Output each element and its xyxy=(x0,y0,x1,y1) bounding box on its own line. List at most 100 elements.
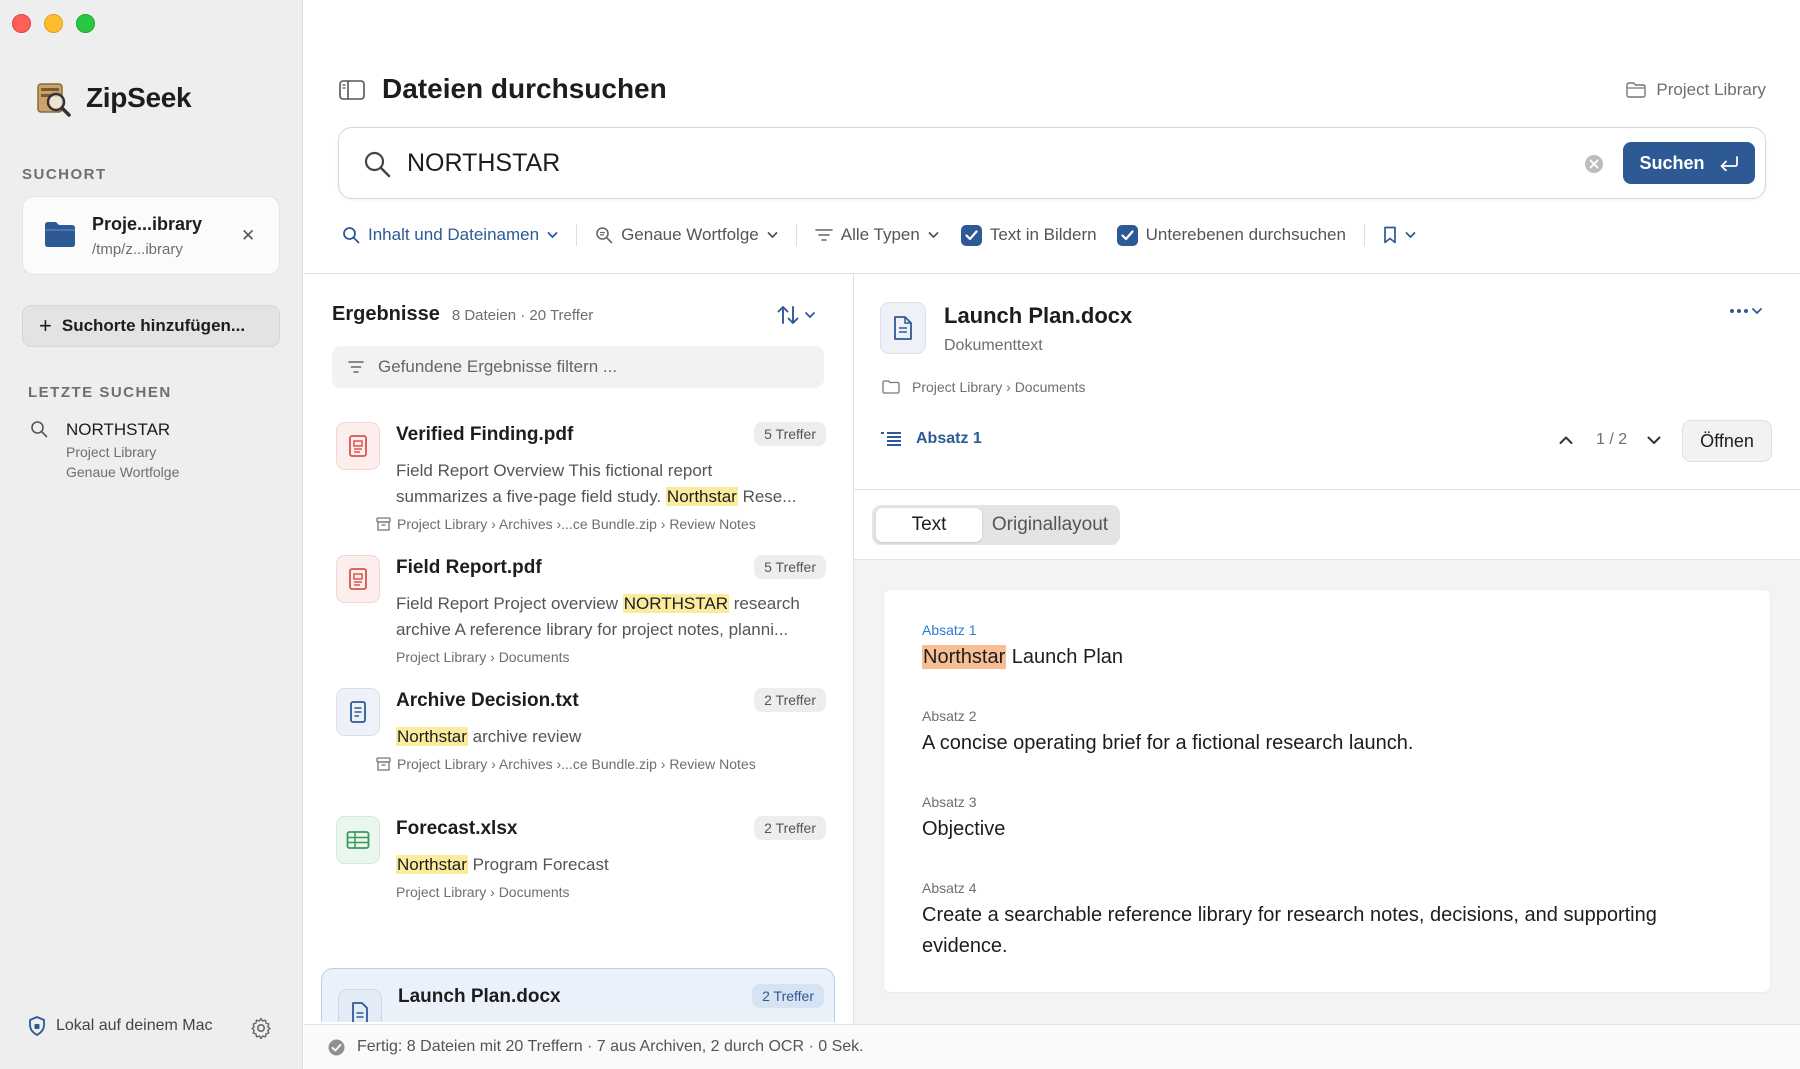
checkbox-checked-icon xyxy=(960,224,982,246)
result-file-name: Field Report.pdf xyxy=(396,557,542,578)
paragraph-text: Objective xyxy=(922,818,1006,840)
list-outline-icon xyxy=(881,432,901,446)
match-mode-dropdown[interactable]: Genaue Wortfolge xyxy=(595,225,778,245)
subfolders-checkbox[interactable]: Unterebenen durchsuchen xyxy=(1116,224,1346,246)
result-snippet: Field Report Overview This fictional rep… xyxy=(396,458,826,510)
header-divider xyxy=(304,273,1800,274)
status-bar: Fertig: 8 Dateien mit 20 Treffern · 7 au… xyxy=(304,1024,1800,1069)
subfolders-label: Unterebenen durchsuchen xyxy=(1145,225,1346,244)
tab-original-layout[interactable]: Originallayout xyxy=(984,508,1116,542)
result-path: Project Library › Archives ›...ce Bundle… xyxy=(376,516,756,532)
snippet-line: Northstar Program Forecast xyxy=(396,852,826,878)
filter-lines-icon xyxy=(348,361,364,373)
paragraph-label: Absatz 1 xyxy=(922,622,977,638)
snippet-line: summarizes a five-page field study. Nort… xyxy=(396,484,826,510)
result-item-selected[interactable]: Launch Plan.docx 2 Treffer xyxy=(321,968,835,1022)
folder-icon xyxy=(882,380,900,394)
document-preview: Absatz 1 Northstar Launch Plan Absatz 2 … xyxy=(884,590,1770,992)
snippet-line: Northstar archive review xyxy=(396,724,826,750)
file-type-dropdown[interactable]: Alle Typen xyxy=(814,225,939,245)
result-item[interactable]: Verified Finding.pdf 5 Treffer Field Rep… xyxy=(320,402,836,552)
match-highlight: NORTHSTAR xyxy=(622,594,729,613)
result-file-name: Forecast.xlsx xyxy=(396,818,518,839)
result-item[interactable]: Archive Decision.txt 2 Treffer Northstar… xyxy=(320,668,836,788)
search-input[interactable] xyxy=(407,144,1507,182)
local-status: Lokal auf deinem Mac xyxy=(28,1016,213,1036)
spreadsheet-file-icon xyxy=(336,816,380,864)
more-options-icon[interactable] xyxy=(1728,305,1764,321)
bookmark-dropdown[interactable] xyxy=(1383,226,1416,244)
folder-icon xyxy=(45,222,75,247)
paragraph-text: Create a searchable reference library fo… xyxy=(922,904,1657,957)
location-name: Proje...ibrary xyxy=(92,214,203,234)
ocr-checkbox[interactable]: Text in Bildern xyxy=(960,224,1097,246)
return-key-icon xyxy=(1720,156,1738,171)
results-filter-field[interactable] xyxy=(332,346,824,388)
search-icon xyxy=(364,151,391,178)
search-button-label: Suchen xyxy=(1639,152,1705,173)
sidebar-toggle-icon[interactable] xyxy=(339,80,365,100)
zoom-window-button[interactable] xyxy=(76,14,95,33)
match-mode-label: Genaue Wortfolge xyxy=(621,225,759,244)
paragraph-label: Absatz 4 xyxy=(922,880,977,896)
result-snippet: Northstar Program Forecast xyxy=(396,852,826,878)
pdf-file-icon xyxy=(336,555,380,603)
chevron-down-icon xyxy=(1405,232,1416,239)
document-file-icon xyxy=(338,989,382,1022)
result-item[interactable]: Field Report.pdf 5 Treffer Field Report … xyxy=(320,535,836,681)
next-match-chevron-down-icon[interactable] xyxy=(1646,432,1662,448)
location-path: /tmp/z...ibrary xyxy=(92,241,183,258)
close-window-button[interactable] xyxy=(12,14,31,33)
page-title: Dateien durchsuchen xyxy=(382,73,667,104)
search-location-title: SUCHORT xyxy=(22,166,107,183)
search-scope-dropdown[interactable]: Inhalt und Dateinamen xyxy=(342,225,558,245)
tab-text[interactable]: Text xyxy=(876,508,982,542)
open-file-button[interactable]: Öffnen xyxy=(1682,420,1772,462)
hit-count-badge: 2 Treffer xyxy=(752,984,824,1008)
sort-icon[interactable] xyxy=(776,303,820,327)
plus-icon: + xyxy=(39,313,52,338)
results-header: Ergebnisse 8 Dateien · 20 Treffer xyxy=(332,303,593,326)
recent-query: NORTHSTAR xyxy=(66,420,171,439)
filter-lines-icon xyxy=(814,229,833,241)
remove-location-button[interactable]: ✕ xyxy=(241,226,255,246)
ocr-label: Text in Bildern xyxy=(989,225,1097,244)
results-count: 8 Dateien · 20 Treffer xyxy=(451,307,594,324)
hit-count-badge: 5 Treffer xyxy=(754,555,826,579)
scope-indicator[interactable]: Project Library xyxy=(1626,80,1766,100)
result-path: Project Library › Documents xyxy=(396,649,570,665)
preview-path: Project Library › Documents xyxy=(882,379,1086,395)
paragraph-outline-label: Absatz 1 xyxy=(916,430,982,447)
chevron-down-icon xyxy=(547,232,558,239)
checkmark-circle-icon xyxy=(328,1039,345,1055)
previous-match-chevron-up-icon[interactable] xyxy=(1558,432,1574,448)
paragraph-label: Absatz 3 xyxy=(922,794,977,810)
paragraph-label: Absatz 2 xyxy=(922,708,977,724)
minimize-window-button[interactable] xyxy=(44,14,63,33)
search-button[interactable]: Suchen xyxy=(1623,142,1755,184)
paragraph-outline-button[interactable]: Absatz 1 xyxy=(880,430,982,448)
settings-gear-icon[interactable] xyxy=(250,1017,272,1039)
results-filter-input[interactable] xyxy=(378,355,808,379)
hit-count-badge: 5 Treffer xyxy=(754,422,826,446)
paragraph-text-rest: Launch Plan xyxy=(1006,646,1124,668)
file-type-label: Alle Typen xyxy=(840,225,920,244)
match-counter: 1 / 2 xyxy=(1596,431,1628,448)
search-location-card[interactable]: Proje...ibrary /tmp/z...ibrary ✕ xyxy=(22,196,280,275)
add-location-button[interactable]: + Suchorte hinzufügen... xyxy=(22,305,280,347)
result-snippet: Northstar archive review xyxy=(396,724,826,750)
preview-path-text: Project Library › Documents xyxy=(912,379,1086,395)
clear-search-icon[interactable] xyxy=(1584,154,1604,174)
search-box: Suchen xyxy=(338,127,1766,199)
snippet-line: Field Report Overview This fictional rep… xyxy=(396,461,713,480)
search-icon xyxy=(343,227,360,244)
chevron-down-icon xyxy=(928,232,939,239)
folder-icon xyxy=(1626,82,1647,98)
search-icon xyxy=(31,421,48,438)
result-item[interactable]: Forecast.xlsx 2 Treffer Northstar Progra… xyxy=(320,796,836,916)
scope-label: Project Library xyxy=(1656,80,1766,99)
result-path-text: Project Library › Archives ›...ce Bundle… xyxy=(397,756,756,772)
snippet-text: archive review xyxy=(467,727,582,746)
snippet-text: Rese... xyxy=(737,487,797,506)
result-path-text: Project Library › Documents xyxy=(396,884,570,900)
